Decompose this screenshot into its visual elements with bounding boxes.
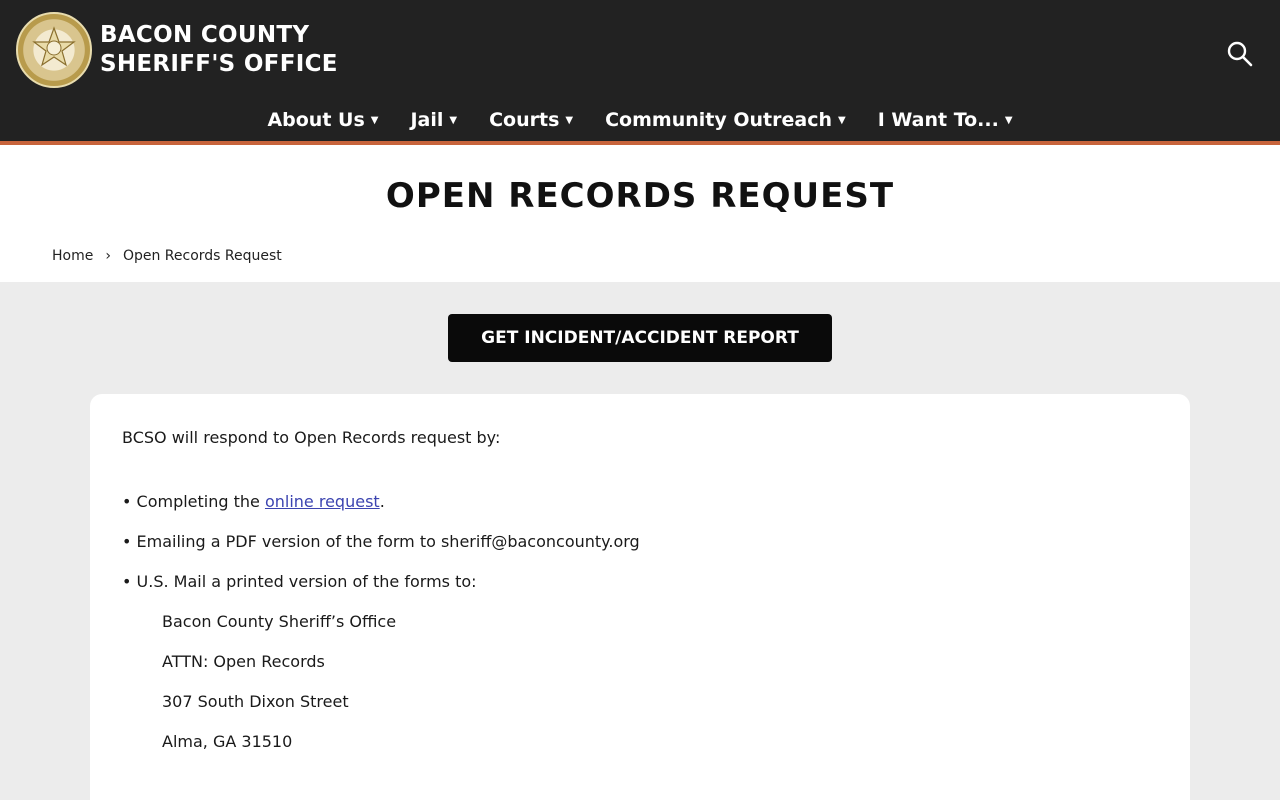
home-logo-link[interactable]: BACON COUNTY SHERIFF'S OFFICE xyxy=(16,12,338,88)
breadcrumb-current: Open Records Request xyxy=(122,248,282,264)
nav-jail-label: Jail xyxy=(410,109,444,131)
address-line: Alma, GA 31510 xyxy=(162,732,293,751)
nav-about-us-label: About Us xyxy=(267,109,365,131)
sheriff-badge-icon xyxy=(16,12,92,88)
address-line: Bacon County Sheriff’s Office xyxy=(162,612,397,631)
address-line: ATTN: Open Records xyxy=(162,652,325,671)
caret-down-icon: ▼ xyxy=(370,114,379,126)
content-card: BCSO will respond to Open Records reques… xyxy=(90,394,1190,800)
nav-i-want-to[interactable]: I Want To... ▼ xyxy=(878,102,1013,138)
nav-i-want-to-label: I Want To... xyxy=(877,109,999,131)
caret-down-icon: ▼ xyxy=(1004,114,1013,126)
search-button[interactable] xyxy=(1226,40,1254,68)
nav-courts-label: Courts xyxy=(489,109,560,131)
online-request-link[interactable]: online request xyxy=(265,492,380,511)
nav-community-outreach-label: Community Outreach xyxy=(605,109,832,131)
bullet-email: • Emailing a PDF version of the form to … xyxy=(122,532,640,551)
site-title: BACON COUNTY SHERIFF'S OFFICE xyxy=(100,21,338,79)
nav-community-outreach[interactable]: Community Outreach ▼ xyxy=(605,102,846,138)
page-title: OPEN RECORDS REQUEST xyxy=(385,176,895,216)
nav-about-us[interactable]: About Us ▼ xyxy=(267,102,378,138)
site-header: BACON COUNTY SHERIFF'S OFFICE About Us ▼… xyxy=(0,0,1280,141)
bullet-mail: • U.S. Mail a printed version of the for… xyxy=(122,572,477,591)
bullet1-suffix: . xyxy=(379,492,385,511)
get-incident-report-button[interactable]: GET INCIDENT/ACCIDENT REPORT xyxy=(448,314,832,362)
main-nav: About Us ▼ Jail ▼ Courts ▼ Community Out… xyxy=(0,102,1280,138)
site-title-line1: BACON COUNTY xyxy=(100,22,310,48)
caret-down-icon: ▼ xyxy=(449,114,458,126)
nav-courts[interactable]: Courts ▼ xyxy=(489,102,573,138)
bullet-online-request: • Completing the online request. xyxy=(122,492,385,511)
site-title-line2: SHERIFF'S OFFICE xyxy=(100,51,338,77)
breadcrumb: Home › Open Records Request xyxy=(52,248,282,264)
intro-text: BCSO will respond to Open Records reques… xyxy=(122,428,501,447)
bullet1-prefix: • Completing the xyxy=(122,492,265,511)
caret-down-icon: ▼ xyxy=(565,114,574,126)
search-icon xyxy=(1227,41,1253,67)
address-line: 307 South Dixon Street xyxy=(162,692,349,711)
chevron-right-icon: › xyxy=(105,248,111,264)
nav-jail[interactable]: Jail ▼ xyxy=(410,102,457,138)
breadcrumb-home-link[interactable]: Home xyxy=(52,248,93,264)
caret-down-icon: ▼ xyxy=(837,114,846,126)
